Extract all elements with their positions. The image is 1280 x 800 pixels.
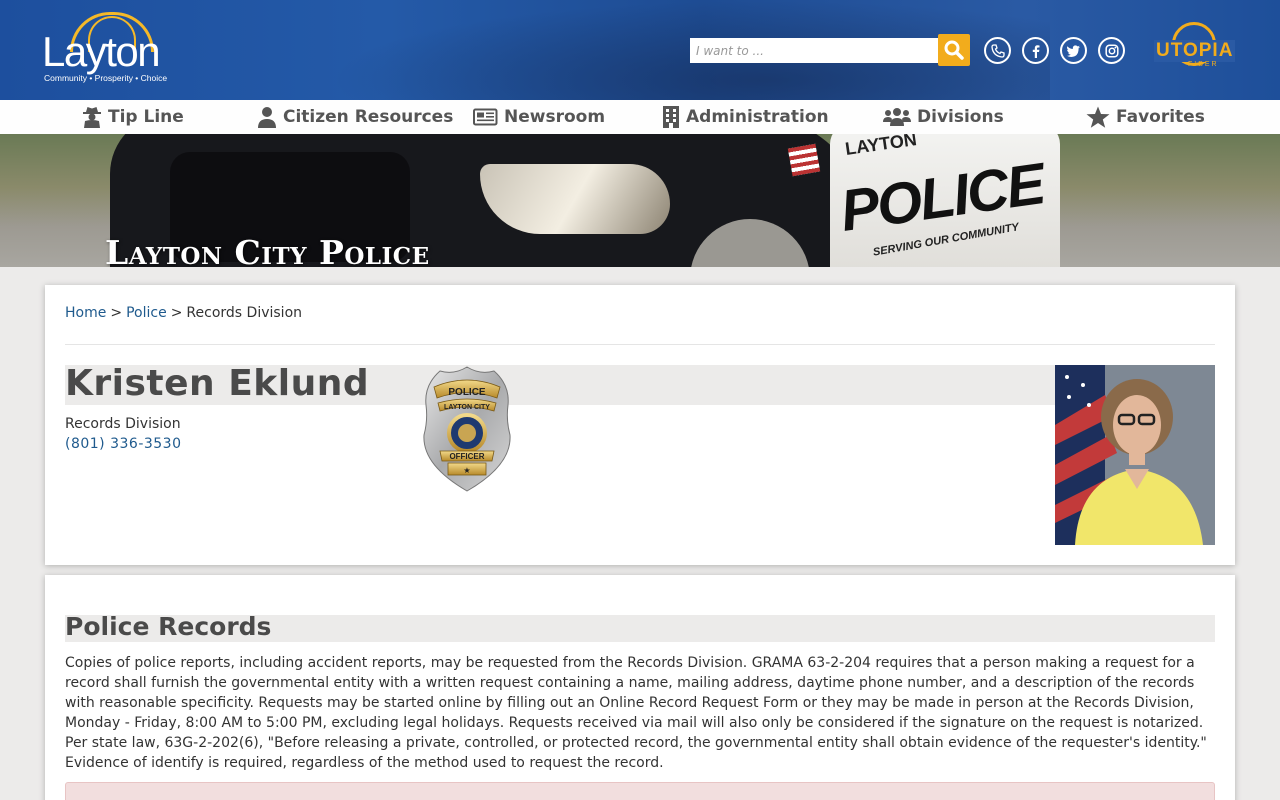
star-icon (1086, 106, 1110, 128)
logo-tagline: Community • Prosperity • Choice (44, 73, 168, 83)
flag-decal (787, 143, 821, 177)
staff-name: Kristen Eklund (65, 363, 370, 404)
nav-item-tip-line[interactable]: Tip Line (82, 100, 184, 134)
utopia-logo-sub: FIBER (1188, 61, 1219, 68)
detective-icon (83, 107, 101, 128)
user-icon (258, 107, 276, 128)
twitter-icon (1066, 44, 1080, 57)
nav-item-label: Favorites (1116, 107, 1205, 127)
search-icon (944, 40, 964, 60)
hero-banner: LAYTON POLICE SERVING OUR COMMUNITY Layt… (0, 134, 1280, 267)
utopia-fiber-logo[interactable]: UTOPIA FIBER (1150, 20, 1240, 86)
profile-card: Home > Police > Records Division Kristen Ekl… (45, 285, 1235, 565)
site-header: Layton Community • Prosperity • Choice I… (0, 0, 1280, 100)
staff-phone-link[interactable]: (801) 336-3530 (65, 436, 182, 452)
alert-box (65, 782, 1215, 800)
badge-bottom-text: OFFICER (449, 452, 484, 461)
banner-title: Layton City Police (105, 233, 430, 267)
layton-logo[interactable]: Layton Community • Prosperity • Choice (40, 10, 170, 88)
search-button[interactable] (938, 34, 970, 66)
breadcrumb-separator: > (170, 305, 183, 321)
staff-department: Records Division (65, 416, 181, 432)
breadcrumb: Home > Police > Records Division (65, 305, 302, 321)
nav-item-label: Administration (686, 107, 829, 127)
badge-top-text: POLICE (448, 387, 486, 398)
badge-city-text: LAYTON CITY (444, 404, 490, 411)
phone-icon (990, 43, 1005, 58)
search-input[interactable] (690, 38, 938, 63)
utopia-logo-text: UTOPIA (1154, 40, 1236, 62)
phone-link[interactable] (984, 37, 1011, 64)
nav-item-administration[interactable]: Administration (662, 100, 829, 134)
section-title: Police Records (65, 612, 272, 641)
nav-item-label: Newsroom (504, 107, 606, 127)
twitter-link[interactable] (1060, 37, 1087, 64)
instagram-link[interactable] (1098, 37, 1125, 64)
nav-item-label: Tip Line (108, 107, 184, 127)
nav-item-label: Citizen Resources (283, 107, 454, 127)
building-icon (663, 106, 679, 128)
records-description: Copies of police reports, including acci… (65, 655, 1207, 771)
car-headlight (480, 164, 670, 234)
police-badge-image: POLICE LAYTON CITY OFFICER ★ (420, 365, 514, 495)
nav-item-favorites[interactable]: Favorites (1086, 100, 1205, 134)
staff-photo (1055, 365, 1215, 545)
nav-item-label: Divisions (917, 107, 1004, 127)
users-icon (883, 108, 911, 126)
breadcrumb-police-link[interactable]: Police (126, 305, 167, 321)
nav-item-citizen-resources[interactable]: Citizen Resources (257, 100, 453, 134)
breadcrumb-home-link[interactable]: Home (65, 305, 106, 321)
instagram-icon (1104, 43, 1119, 58)
nav-item-newsroom[interactable]: Newsroom (472, 100, 605, 134)
records-card: Police Records Copies of police reports,… (45, 575, 1235, 800)
main-nav: Tip Line Citizen Resources Newsroom Admi… (0, 100, 1280, 134)
divider (65, 344, 1215, 345)
logo-text: Layton (42, 28, 161, 75)
svg-text:★: ★ (463, 466, 470, 475)
newspaper-icon (473, 108, 498, 126)
breadcrumb-separator: > (110, 305, 123, 321)
nav-item-divisions[interactable]: Divisions (883, 100, 1004, 134)
facebook-link[interactable] (1022, 37, 1049, 64)
facebook-icon (1032, 44, 1039, 58)
breadcrumb-current: Records Division (186, 305, 303, 321)
